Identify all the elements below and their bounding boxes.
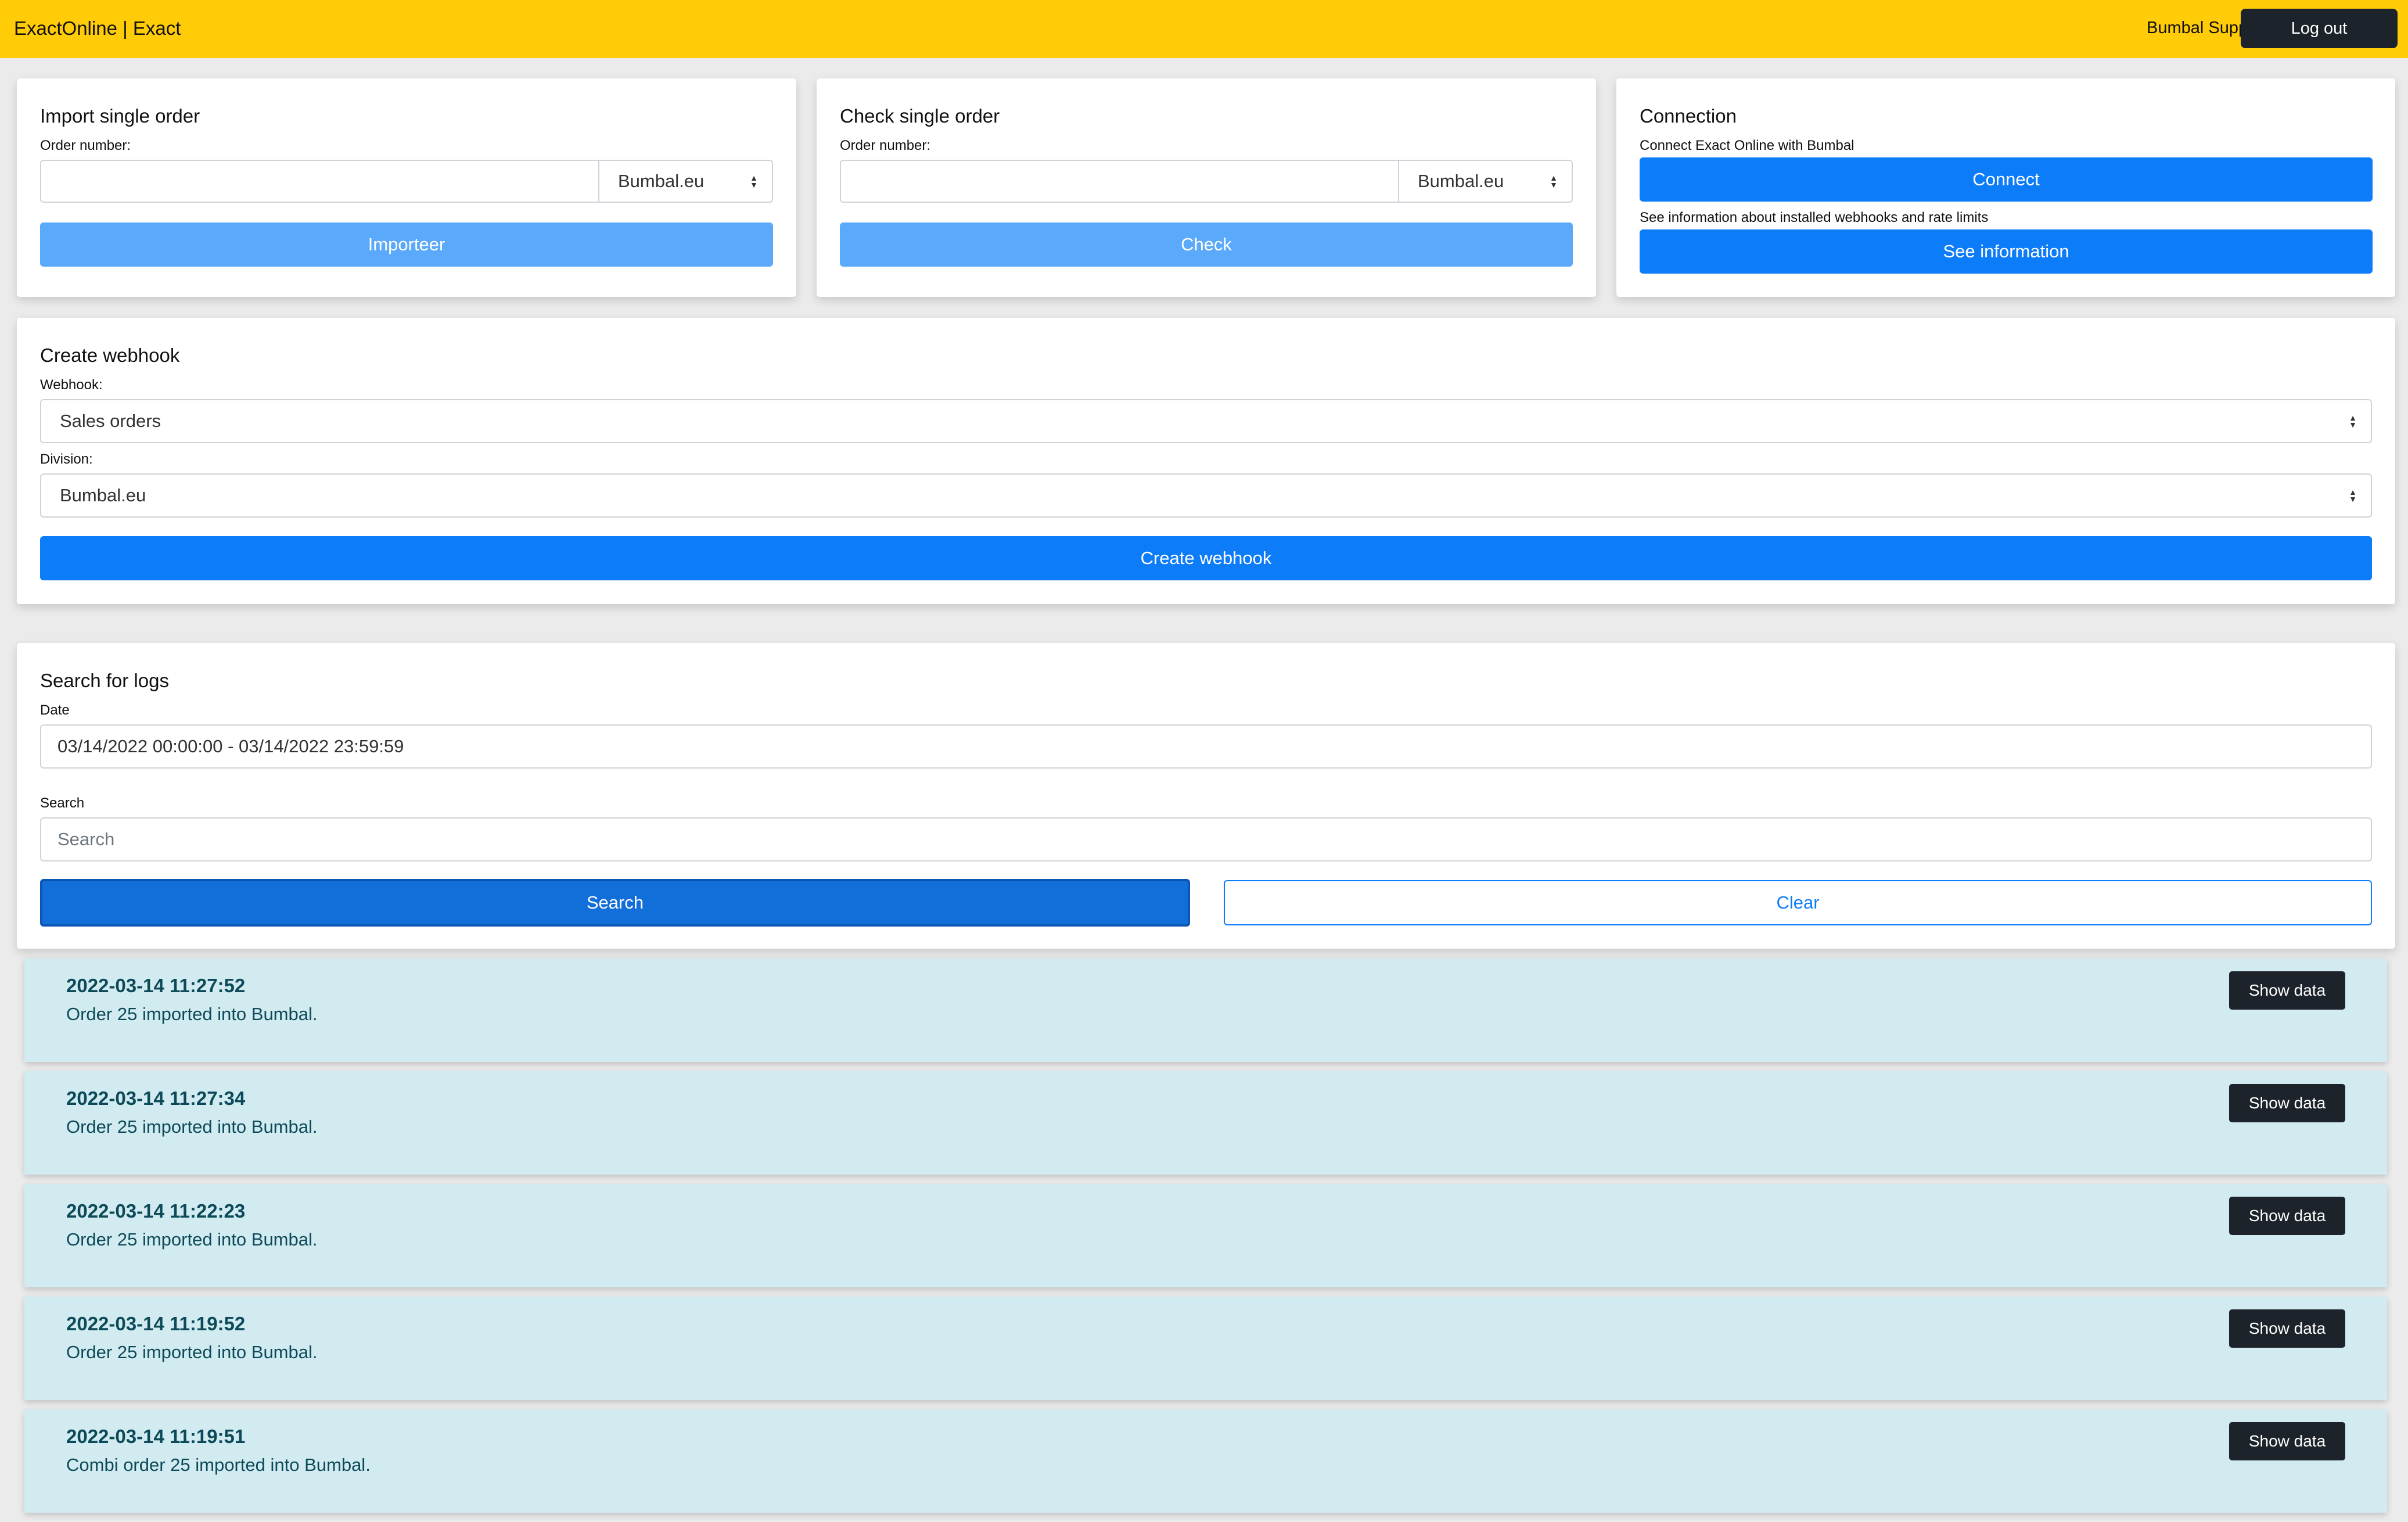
show-data-button[interactable]: Show data bbox=[2229, 1309, 2345, 1348]
card-title: Connection bbox=[1640, 105, 1737, 127]
log-timestamp: 2022-03-14 11:19:52 bbox=[66, 1313, 246, 1334]
card-title: Import single order bbox=[40, 105, 200, 127]
selected-division: Bumbal.eu bbox=[1418, 171, 1504, 191]
date-range-input[interactable] bbox=[40, 724, 2372, 769]
log-entry: 2022-03-14 11:22:23 Order 25 imported in… bbox=[24, 1184, 2387, 1287]
card-title: Check single order bbox=[840, 105, 1000, 127]
search-label: Search bbox=[40, 795, 85, 811]
log-message: Order 25 imported into Bumbal. bbox=[66, 1117, 318, 1137]
card-title: Create webhook bbox=[40, 344, 180, 366]
import-button[interactable]: Importeer bbox=[40, 222, 773, 267]
show-data-button[interactable]: Show data bbox=[2229, 1197, 2345, 1235]
import-order-number-input[interactable] bbox=[40, 160, 601, 203]
log-entry: 2022-03-14 11:27:34 Order 25 imported in… bbox=[24, 1071, 2387, 1175]
create-webhook-button[interactable]: Create webhook bbox=[40, 536, 2372, 580]
connect-button[interactable]: Connect bbox=[1640, 157, 2373, 202]
selected-division: Bumbal.eu bbox=[618, 171, 705, 191]
log-timestamp: 2022-03-14 11:27:52 bbox=[66, 975, 246, 996]
connection-card: Connection Connect Exact Online with Bum… bbox=[1616, 78, 2395, 297]
app-brand[interactable]: ExactOnline | Exact bbox=[14, 17, 181, 40]
log-timestamp: 2022-03-14 11:27:34 bbox=[66, 1087, 246, 1109]
log-message: Order 25 imported into Bumbal. bbox=[66, 1342, 318, 1362]
order-number-label: Order number: bbox=[40, 138, 131, 153]
log-timestamp: 2022-03-14 11:19:51 bbox=[66, 1426, 246, 1447]
search-button[interactable]: Search bbox=[40, 879, 1190, 927]
selected-division: Bumbal.eu bbox=[60, 485, 146, 505]
logout-button[interactable]: Log out bbox=[2241, 9, 2398, 48]
show-data-button[interactable]: Show data bbox=[2229, 1422, 2345, 1460]
log-message: Combi order 25 imported into Bumbal. bbox=[66, 1455, 371, 1475]
info-description: See information about installed webhooks… bbox=[1640, 210, 1989, 225]
select-caret-icon: ▲ ▼ bbox=[2349, 487, 2357, 504]
select-caret-icon: ▲ ▼ bbox=[1550, 173, 1558, 189]
card-title: Search for logs bbox=[40, 670, 169, 691]
see-information-button[interactable]: See information bbox=[1640, 229, 2373, 274]
webhook-select[interactable]: Sales orders ▲ ▼ bbox=[40, 399, 2372, 443]
check-division-select[interactable]: Bumbal.eu ▲ ▼ bbox=[1398, 160, 1573, 203]
date-label: Date bbox=[40, 702, 70, 718]
import-order-card: Import single order Order number: Bumbal… bbox=[17, 78, 796, 297]
search-input[interactable] bbox=[40, 817, 2372, 861]
check-order-card: Check single order Order number: Bumbal.… bbox=[817, 78, 1596, 297]
log-timestamp: 2022-03-14 11:22:23 bbox=[66, 1200, 246, 1222]
select-caret-icon: ▲ ▼ bbox=[2349, 413, 2357, 429]
select-caret-icon: ▲ ▼ bbox=[750, 173, 758, 189]
search-logs-card: Search for logs Date Search Search Clear bbox=[17, 643, 2395, 949]
division-label: Division: bbox=[40, 451, 93, 467]
check-order-number-input[interactable] bbox=[840, 160, 1401, 203]
import-division-select[interactable]: Bumbal.eu ▲ ▼ bbox=[598, 160, 773, 203]
log-message: Order 25 imported into Bumbal. bbox=[66, 1229, 318, 1250]
order-number-label: Order number: bbox=[840, 138, 931, 153]
log-entry: 2022-03-14 11:27:52 Order 25 imported in… bbox=[24, 959, 2387, 1062]
clear-button[interactable]: Clear bbox=[1224, 880, 2372, 925]
log-message: Order 25 imported into Bumbal. bbox=[66, 1004, 318, 1024]
check-button[interactable]: Check bbox=[840, 222, 1573, 267]
show-data-button[interactable]: Show data bbox=[2229, 1084, 2345, 1122]
webhook-label: Webhook: bbox=[40, 377, 103, 393]
show-data-button[interactable]: Show data bbox=[2229, 971, 2345, 1010]
division-select[interactable]: Bumbal.eu ▲ ▼ bbox=[40, 473, 2372, 518]
create-webhook-card: Create webhook Webhook: Sales orders ▲ ▼ … bbox=[17, 318, 2395, 604]
connect-description: Connect Exact Online with Bumbal bbox=[1640, 138, 1854, 153]
top-navbar: ExactOnline | Exact Bumbal Support Log o… bbox=[0, 0, 2408, 58]
log-entry: 2022-03-14 11:19:51 Combi order 25 impor… bbox=[24, 1409, 2387, 1513]
selected-webhook: Sales orders bbox=[60, 411, 161, 431]
log-entry: 2022-03-14 11:19:52 Order 25 imported in… bbox=[24, 1297, 2387, 1400]
